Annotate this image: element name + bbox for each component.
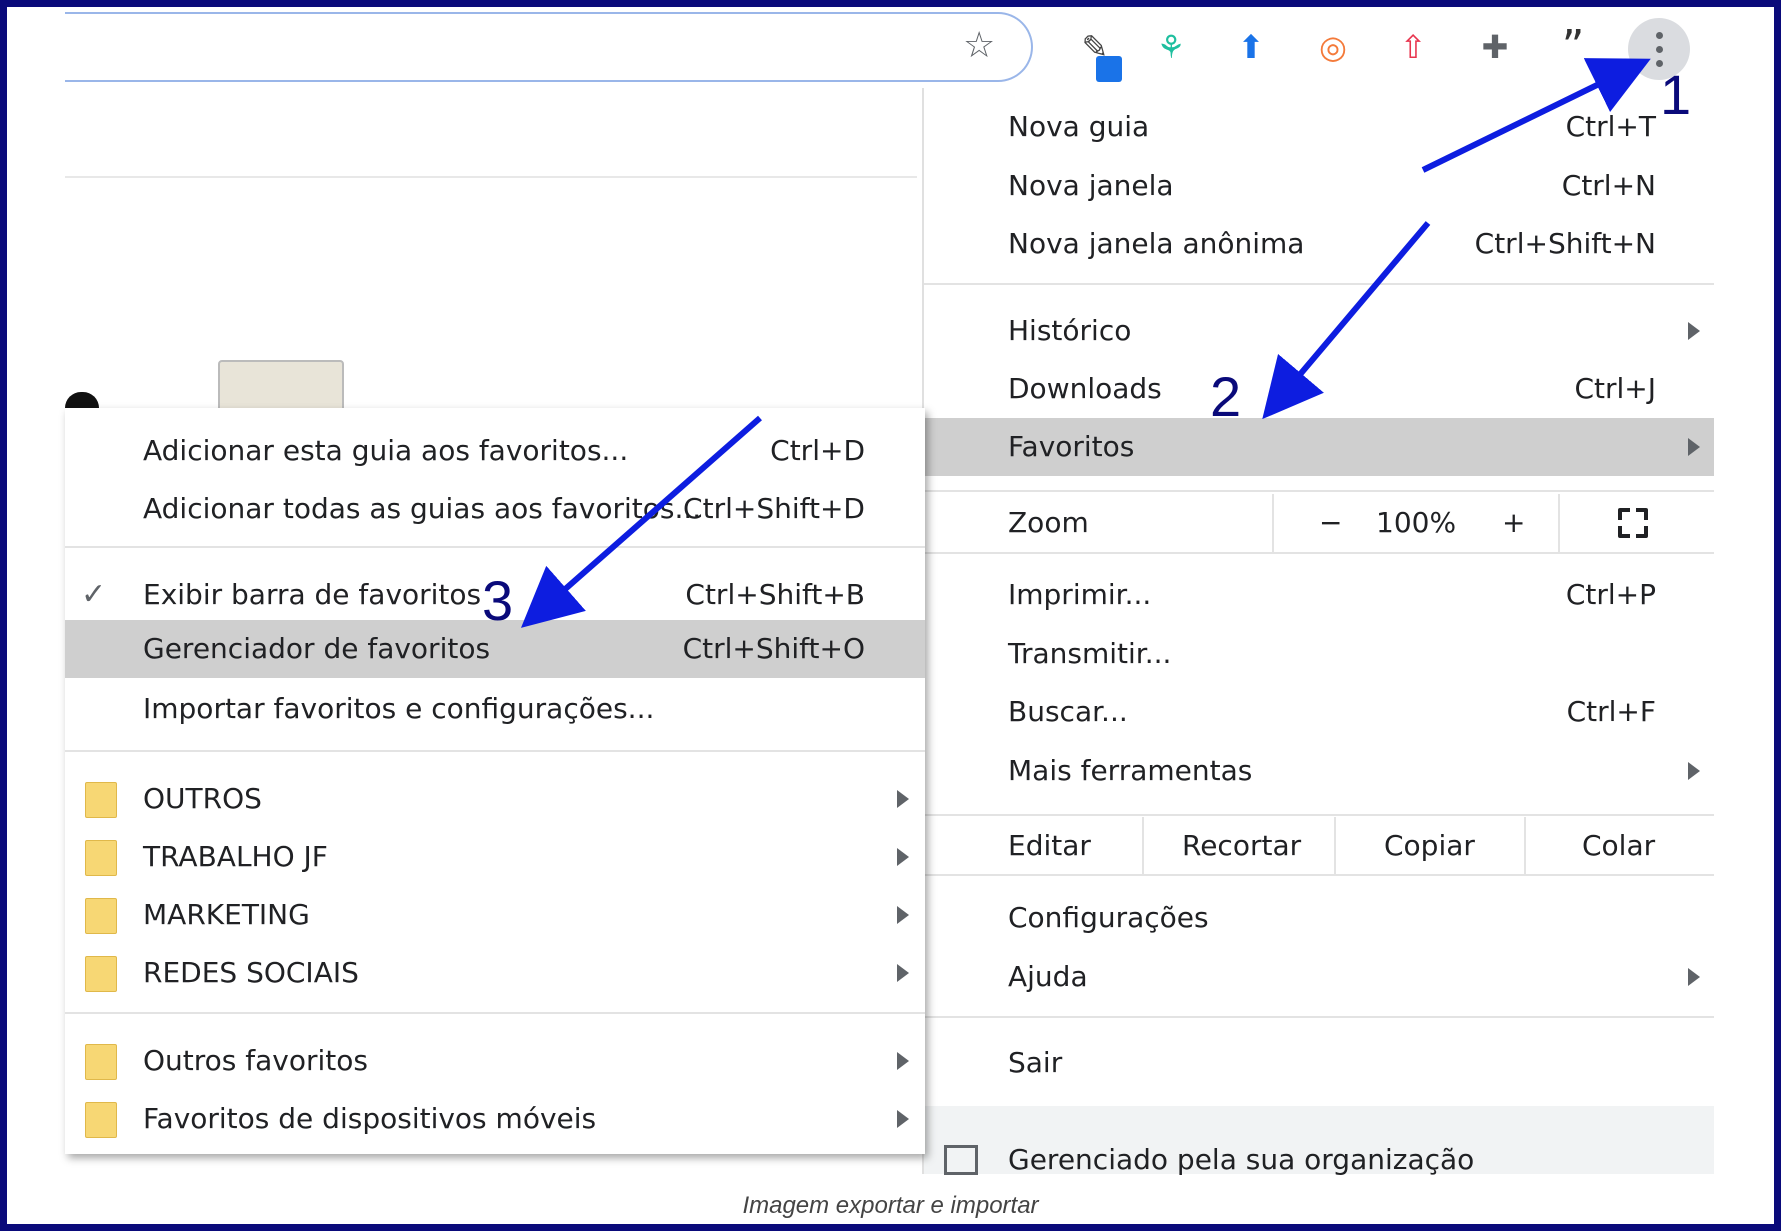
annotation-arrows	[520, 58, 1651, 628]
callout-step-2: 2	[1210, 365, 1242, 428]
callout-step-1: 1	[1660, 63, 1692, 126]
callout-step-3: 3	[482, 569, 514, 632]
arrow-step-1	[1421, 58, 1651, 173]
image-caption: Imagem exportar e importar	[742, 1192, 1039, 1219]
arrow-step-3	[520, 415, 762, 628]
arrow-step-2	[1262, 221, 1431, 420]
